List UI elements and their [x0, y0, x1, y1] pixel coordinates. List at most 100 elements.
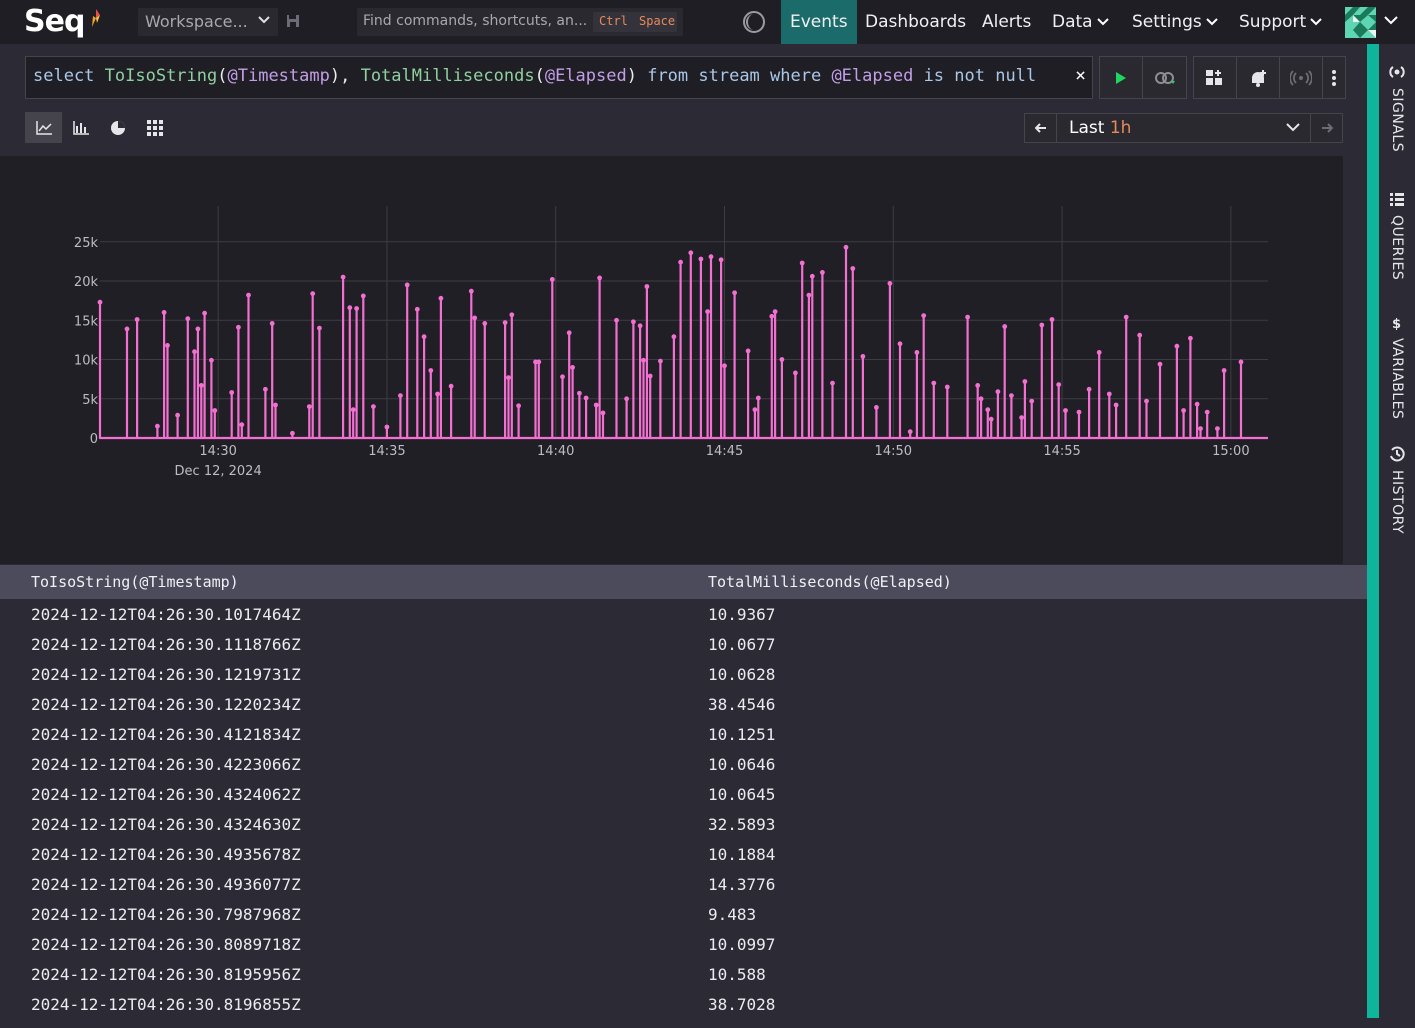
nav-events[interactable]: Events — [781, 0, 857, 44]
data-point — [583, 395, 589, 401]
nav-settings[interactable]: Settings — [1123, 0, 1227, 44]
run-button-group — [1099, 56, 1187, 99]
signals-icon — [1389, 66, 1405, 78]
data-point — [1238, 359, 1244, 365]
workspace-select[interactable]: Workspace... — [138, 8, 278, 36]
cell-elapsed: 10.0677 — [708, 634, 776, 654]
signal-plus-icon — [1290, 69, 1312, 86]
command-search-input[interactable]: Find commands, shortcuts, an... Ctrl Spa… — [357, 8, 683, 36]
sidebar-item-variables[interactable]: $ VARIABLES — [1379, 316, 1415, 419]
table-row[interactable]: 2024-12-12T04:26:30.1118766Z 10.0677 — [0, 629, 1367, 659]
data-point — [860, 354, 866, 359]
table-row[interactable]: 2024-12-12T04:26:30.4324630Z 32.5893 — [0, 809, 1367, 839]
heatmap-button[interactable] — [136, 112, 173, 143]
clear-query-icon[interactable]: × — [1075, 65, 1086, 86]
table-row[interactable]: 2024-12-12T04:26:30.1220234Z 38.4546 — [0, 689, 1367, 719]
data-point — [978, 396, 984, 402]
table-header: ToIsoString(@Timestamp) TotalMillisecond… — [0, 565, 1367, 599]
data-point — [988, 416, 994, 422]
pie-chart-icon — [110, 120, 125, 135]
search-placeholder: Find commands, shortcuts, an... — [363, 13, 588, 29]
more-menu-button[interactable] — [1323, 57, 1345, 98]
pie-chart-button[interactable] — [99, 112, 136, 143]
query-input[interactable]: select ToIsoString(@Timestamp), TotalMil… — [25, 56, 1093, 99]
data-point — [850, 266, 856, 271]
nav-support[interactable]: Support — [1230, 0, 1331, 44]
add-to-dashboard-button[interactable] — [1194, 57, 1237, 98]
theme-toggle-icon[interactable] — [742, 10, 766, 34]
results-table: ToIsoString(@Timestamp) TotalMillisecond… — [0, 565, 1367, 1019]
table-row[interactable]: 2024-12-12T04:26:30.4223066Z 10.0646 — [0, 749, 1367, 779]
save-icon[interactable] — [286, 14, 300, 28]
cell-elapsed: 38.4546 — [708, 694, 776, 714]
rail-gap — [1367, 1018, 1379, 1028]
table-row[interactable]: 2024-12-12T04:26:30.8089718Z 10.0997 — [0, 929, 1367, 959]
table-row[interactable]: 2024-12-12T04:26:30.4935678Z 10.1884 — [0, 839, 1367, 869]
data-point — [317, 325, 322, 331]
user-avatar[interactable] — [1345, 7, 1376, 38]
table-row[interactable]: 2024-12-12T04:26:30.8195956Z 10.588 — [0, 959, 1367, 989]
data-point — [597, 275, 602, 281]
run-query-button[interactable] — [1100, 57, 1143, 98]
range-forward-button[interactable] — [1311, 114, 1342, 142]
cell-timestamp: 2024-12-12T04:26:30.4935678Z — [31, 844, 301, 864]
chart-area: 0 5k 10k 15k 20k 25k 14:30 14:35 14:40 14:45 14:50… — [0, 156, 1343, 564]
table-row[interactable]: 2024-12-12T04:26:30.7987968Z 9.483 — [0, 899, 1367, 929]
data-point — [435, 391, 440, 397]
add-signal-button[interactable] — [1280, 57, 1323, 98]
column-header-timestamp[interactable]: ToIsoString(@Timestamp) — [31, 573, 239, 591]
tail-button[interactable] — [1143, 57, 1186, 98]
add-alert-button[interactable] — [1237, 57, 1280, 98]
range-select[interactable]: Last 1h — [1056, 114, 1311, 142]
data-point — [1174, 343, 1180, 349]
x-tick-label: 14:30 — [199, 444, 236, 459]
data-point — [212, 408, 218, 413]
data-point — [944, 384, 950, 390]
chevron-down-icon[interactable] — [1384, 16, 1398, 25]
bar-chart-button[interactable] — [62, 112, 99, 143]
data-point — [698, 256, 704, 262]
range-back-button[interactable] — [1025, 114, 1056, 142]
data-point — [229, 390, 235, 395]
sidebar-item-queries[interactable]: QUERIES — [1379, 193, 1415, 280]
data-point — [421, 334, 427, 340]
nav-data[interactable]: Data — [1043, 0, 1118, 44]
data-point — [806, 292, 812, 298]
table-row[interactable]: 2024-12-12T04:26:30.4121834Z 10.1251 — [0, 719, 1367, 749]
cell-timestamp: 2024-12-12T04:26:30.4936077Z — [31, 874, 301, 894]
cell-elapsed: 38.7028 — [708, 994, 776, 1014]
data-point — [614, 317, 619, 323]
cell-timestamp: 2024-12-12T04:26:30.8196855Z — [31, 994, 301, 1014]
query-actions-group — [1193, 56, 1346, 99]
data-point — [468, 288, 474, 294]
play-icon — [1116, 71, 1126, 84]
line-chart-button[interactable] — [25, 112, 62, 143]
queries-icon — [1390, 193, 1404, 206]
nav-dashboards[interactable]: Dashboards — [856, 0, 975, 44]
data-point — [506, 375, 511, 380]
data-point — [1086, 386, 1092, 392]
data-point — [155, 423, 160, 429]
sidebar-item-signals[interactable]: SIGNALS — [1379, 64, 1415, 152]
sidebar-accent-rail — [1367, 44, 1379, 1018]
svg-text:$: $ — [1392, 317, 1401, 330]
sidebar-item-history[interactable]: HISTORY — [1379, 446, 1415, 534]
right-sidebar: SIGNALS QUERIES $ VARIABLES HISTORY — [1379, 44, 1415, 1028]
table-row[interactable]: 2024-12-12T04:26:30.8196855Z 38.7028 — [0, 989, 1367, 1019]
nav-alerts[interactable]: Alerts — [973, 0, 1040, 44]
cell-elapsed: 9.483 — [708, 904, 757, 924]
grid-icon — [146, 119, 163, 136]
seq-logo[interactable]: Seq — [24, 4, 85, 39]
table-row[interactable]: 2024-12-12T04:26:30.4324062Z 10.0645 — [0, 779, 1367, 809]
data-point — [566, 330, 572, 336]
column-header-elapsed[interactable]: TotalMilliseconds(@Elapsed) — [708, 573, 952, 591]
table-row[interactable]: 2024-12-12T04:26:30.1017464Z 10.9367 — [0, 599, 1367, 629]
cell-elapsed: 32.5893 — [708, 814, 776, 834]
data-point — [793, 370, 798, 376]
y-tick-label: 10k — [74, 354, 99, 369]
table-row[interactable]: 2024-12-12T04:26:30.4936077Z 14.3776 — [0, 869, 1367, 899]
cell-timestamp: 2024-12-12T04:26:30.1118766Z — [31, 634, 301, 654]
data-point — [560, 374, 565, 380]
cell-elapsed: 10.588 — [708, 964, 766, 984]
table-row[interactable]: 2024-12-12T04:26:30.1219731Z 10.0628 — [0, 659, 1367, 689]
